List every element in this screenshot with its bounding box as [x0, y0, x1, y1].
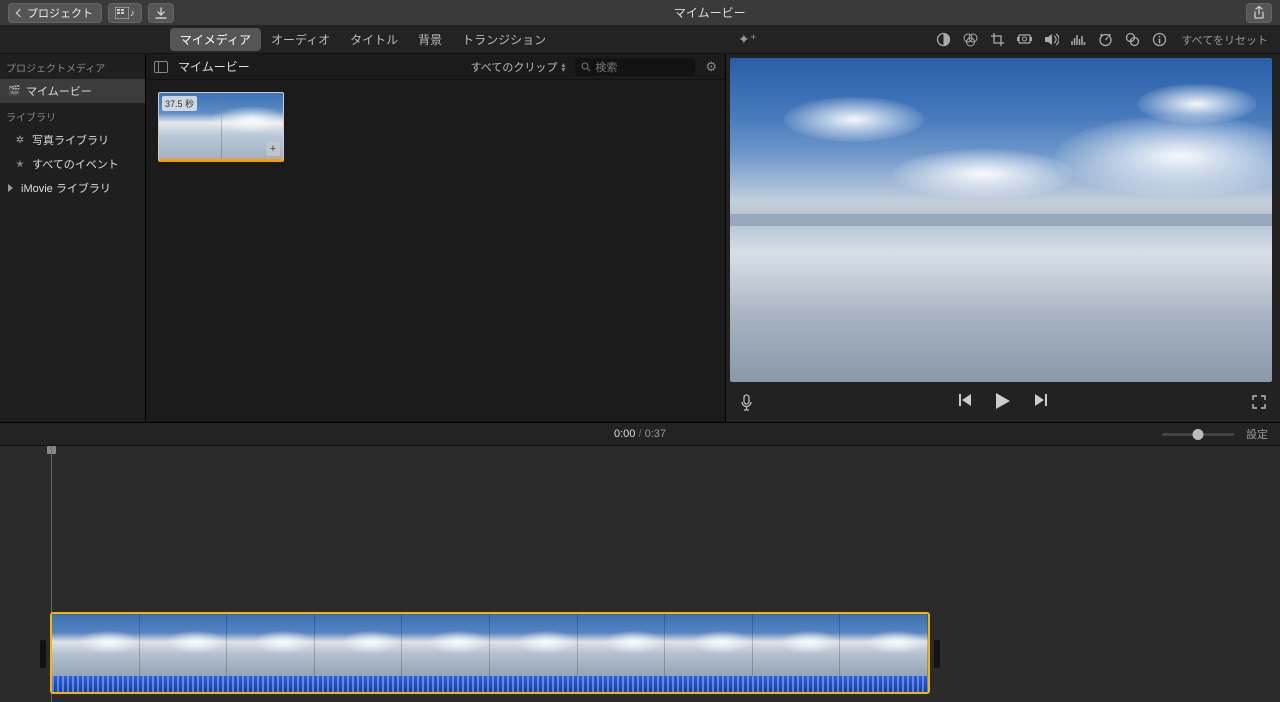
timeline-audio-track[interactable] — [52, 676, 928, 694]
browser-body: 37.5 秒 + — [146, 80, 725, 422]
disclosure-triangle-icon — [8, 184, 13, 192]
media-tabs: マイメディア オーディオ タイトル 背景 トランジション — [0, 28, 726, 51]
gear-icon[interactable]: ⚙ — [705, 59, 717, 75]
play-icon — [996, 393, 1010, 409]
back-label: プロジェクト — [27, 5, 93, 21]
share-button[interactable] — [1246, 3, 1272, 23]
skip-next-button[interactable] — [1034, 393, 1048, 412]
tab-title[interactable]: タイトル — [340, 28, 408, 51]
tab-transition[interactable]: トランジション — [452, 28, 556, 51]
stabilization-icon[interactable] — [1017, 33, 1032, 46]
play-button[interactable] — [996, 393, 1010, 412]
sidebar-item-photo-library[interactable]: ✲ 写真ライブラリ — [0, 128, 145, 152]
sidebar-item-imovie-library[interactable]: iMovie ライブラリ — [0, 176, 145, 200]
add-clip-button[interactable]: + — [266, 142, 280, 156]
star-icon: ✭ — [14, 159, 26, 170]
total-time: 0:37 — [645, 428, 666, 440]
auto-enhance-icon[interactable]: ✦⁺ — [738, 31, 757, 48]
skip-previous-button[interactable] — [958, 393, 972, 412]
main-area: プロジェクトメディア 🎬 マイムービー ライブラリ ✲ 写真ライブラリ ✭ すべ… — [0, 54, 1280, 422]
preview-image — [730, 58, 1272, 382]
info-icon[interactable] — [1152, 32, 1167, 47]
clip-duration-badge: 37.5 秒 — [162, 96, 197, 111]
sidebar-heading-project-media: プロジェクトメディア — [0, 54, 145, 79]
volume-icon[interactable] — [1044, 33, 1059, 46]
timeline-frames — [52, 614, 928, 676]
sidebar-label: 写真ライブラリ — [32, 132, 109, 148]
import-button[interactable] — [148, 3, 174, 23]
flower-icon: ✲ — [14, 135, 26, 146]
tab-background[interactable]: 背景 — [408, 28, 452, 51]
sidebar-heading-library: ライブラリ — [0, 103, 145, 128]
sidebar: プロジェクトメディア 🎬 マイムービー ライブラリ ✲ 写真ライブラリ ✭ すべ… — [0, 54, 146, 422]
tab-my-media[interactable]: マイメディア — [170, 28, 261, 51]
clip-divider — [221, 93, 222, 159]
clip-filter-dropdown[interactable]: すべてのクリップ ▴▾ — [471, 59, 566, 75]
media-browser: マイムービー すべてのクリップ ▴▾ 検索 ⚙ 37.5 秒 + — [146, 54, 726, 422]
preview-canvas[interactable] — [730, 58, 1272, 382]
zoom-slider[interactable] — [1162, 433, 1234, 436]
search-input[interactable]: 検索 — [575, 58, 695, 76]
noise-reduction-icon[interactable] — [1071, 33, 1086, 46]
clip-thumbnail[interactable]: 37.5 秒 + — [158, 92, 284, 162]
search-icon — [581, 62, 591, 72]
sidebar-label: iMovie ライブラリ — [21, 180, 111, 196]
crop-icon[interactable] — [990, 32, 1005, 47]
sidebar-item-my-movie[interactable]: 🎬 マイムービー — [0, 79, 145, 103]
window-title: マイムービー — [174, 4, 1247, 21]
clip-trim-handle-left[interactable] — [40, 640, 46, 668]
titlebar: プロジェクト ♪ マイムービー — [0, 0, 1280, 26]
clip-trim-handle-right[interactable] — [934, 640, 940, 668]
reset-all-button[interactable]: すべてをリセット — [1181, 32, 1268, 48]
back-to-projects-button[interactable]: プロジェクト — [8, 3, 102, 23]
timeline-header: 0:00 / 0:37 設定 — [0, 422, 1280, 446]
color-balance-icon[interactable] — [936, 32, 951, 47]
clapperboard-icon: 🎬 — [8, 86, 20, 97]
viewer-panel — [726, 54, 1280, 422]
tab-audio[interactable]: オーディオ — [261, 28, 340, 51]
filmstrip-icon — [115, 7, 129, 19]
music-note-icon: ♪ — [130, 8, 135, 18]
browser-title: マイムービー — [178, 58, 250, 75]
search-placeholder: 検索 — [595, 59, 617, 75]
current-time: 0:00 — [614, 428, 635, 440]
sidebar-label: すべてのイベント — [32, 156, 119, 172]
timeline-settings-button[interactable]: 設定 — [1246, 426, 1268, 442]
voiceover-button[interactable] — [740, 394, 753, 411]
adjustment-toolbar: ✦⁺ すべてをリセット — [726, 31, 1280, 48]
sidebar-item-all-events[interactable]: ✭ すべてのイベント — [0, 152, 145, 176]
fullscreen-button[interactable] — [1252, 395, 1266, 409]
timeline-clip[interactable] — [50, 612, 930, 694]
speed-icon[interactable] — [1098, 32, 1113, 47]
sidebar-toggle-button[interactable] — [154, 61, 168, 73]
zoom-thumb[interactable] — [1193, 429, 1204, 440]
timeline-time: 0:00 / 0:37 — [614, 428, 666, 440]
viewer-controls — [726, 382, 1280, 422]
color-correction-icon[interactable] — [963, 32, 978, 47]
share-icon — [1253, 6, 1265, 19]
clip-filter-label: すべてのクリップ — [471, 59, 558, 75]
updown-icon: ▴▾ — [561, 62, 565, 72]
browser-header: マイムービー すべてのクリップ ▴▾ 検索 ⚙ — [146, 54, 725, 80]
library-view-button[interactable]: ♪ — [108, 3, 142, 23]
sidebar-label: マイムービー — [26, 83, 92, 99]
timeline[interactable] — [0, 446, 1280, 702]
chevron-left-icon — [16, 8, 24, 16]
titlebar-left: プロジェクト ♪ — [8, 3, 174, 23]
download-arrow-icon — [155, 7, 167, 19]
media-tabs-row: マイメディア オーディオ タイトル 背景 トランジション ✦⁺ すべてをリセット — [0, 26, 1280, 54]
filter-icon[interactable] — [1125, 32, 1140, 47]
